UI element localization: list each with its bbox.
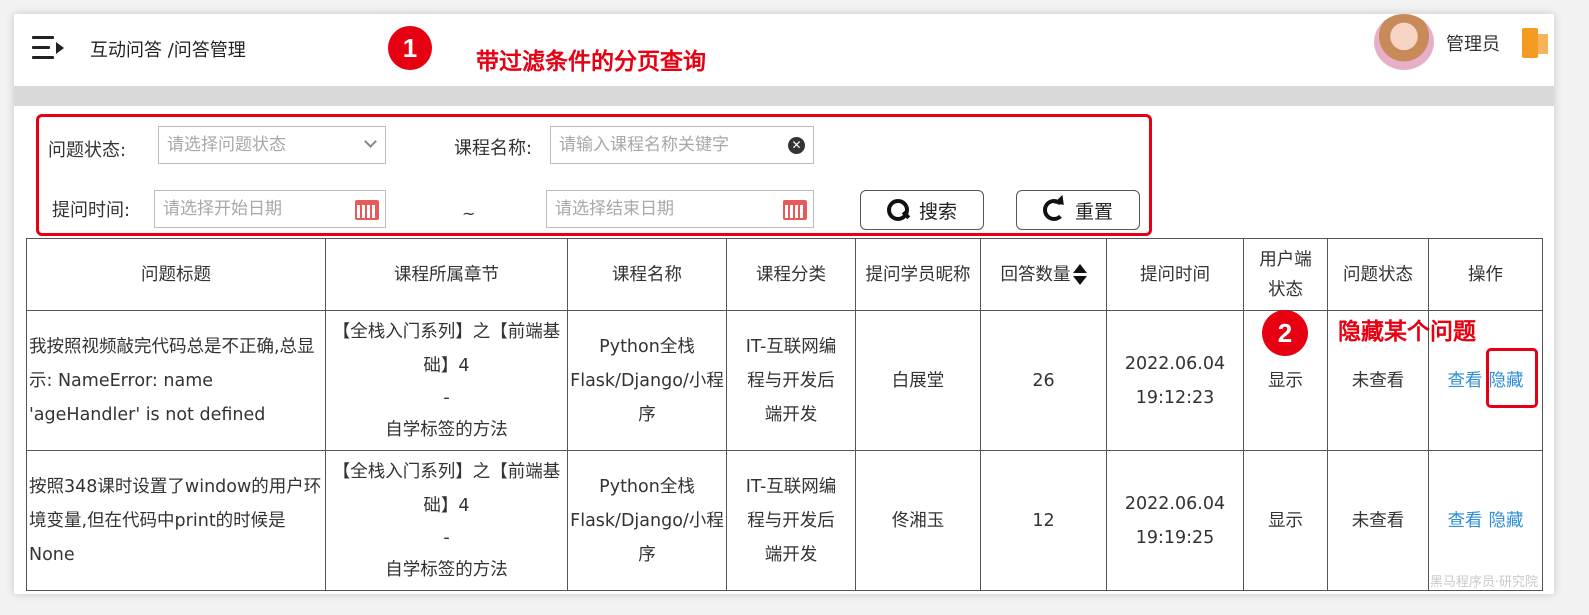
top-header: 互动问答 /问答管理 1 带过滤条件的分页查询 管理员 bbox=[14, 14, 1554, 86]
header-status: 问题状态 bbox=[1327, 238, 1429, 311]
cell-title: 我按照视频敲完代码总是不正确,总显示: NameError: name 'age… bbox=[26, 310, 326, 451]
clear-icon[interactable]: ✕ bbox=[788, 137, 805, 154]
search-button[interactable]: 搜索 bbox=[860, 190, 984, 230]
calendar-icon[interactable] bbox=[783, 200, 807, 220]
header-category: 课程分类 bbox=[726, 238, 856, 311]
cell-time: 2022.06.04 19:12:23 bbox=[1106, 310, 1244, 451]
refresh-icon bbox=[1042, 199, 1065, 221]
cell-answers: 26 bbox=[980, 310, 1107, 451]
cell-user-status: 显示 bbox=[1243, 450, 1328, 591]
cell-student: 佟湘玉 bbox=[855, 450, 981, 591]
chevron-down-icon bbox=[364, 135, 377, 148]
annotation-badge-2: 2 bbox=[1262, 310, 1308, 356]
time-date: 2022.06.04 bbox=[1124, 493, 1226, 514]
end-date-input[interactable]: 请选择结束日期 bbox=[546, 190, 814, 228]
start-date-placeholder: 请选择开始日期 bbox=[163, 199, 282, 219]
cell-answers: 12 bbox=[980, 450, 1107, 591]
cell-student: 白展堂 bbox=[855, 310, 981, 451]
hide-link[interactable]: 隐藏 bbox=[1489, 511, 1524, 531]
header-title: 问题标题 bbox=[26, 238, 326, 311]
header-course: 课程名称 bbox=[567, 238, 727, 311]
course-label: 课程名称: bbox=[454, 138, 533, 159]
course-input[interactable]: 请输入课程名称关键字 ✕ bbox=[550, 126, 814, 164]
header-user-status: 用户端状态 bbox=[1243, 238, 1328, 311]
reset-button[interactable]: 重置 bbox=[1016, 190, 1140, 230]
view-link[interactable]: 查看 bbox=[1448, 511, 1483, 531]
start-date-input[interactable]: 请选择开始日期 bbox=[154, 190, 386, 228]
cell-course: Python全栈Flask/Django/小程序 bbox=[567, 450, 727, 591]
status-placeholder: 请选择问题状态 bbox=[167, 135, 286, 155]
menu-toggle-icon[interactable] bbox=[32, 34, 64, 62]
cell-title: 按照348课时设置了window的用户环境变量,但在代码中print的时候是No… bbox=[26, 450, 326, 591]
header-time: 提问时间 bbox=[1106, 238, 1244, 311]
search-button-label: 搜索 bbox=[918, 200, 957, 223]
header-chapter: 课程所属章节 bbox=[325, 238, 568, 311]
search-icon bbox=[886, 199, 909, 221]
header-student: 提问学员昵称 bbox=[855, 238, 981, 311]
annotation-note-2: 隐藏某个问题 bbox=[1338, 319, 1476, 345]
reset-button-label: 重置 bbox=[1074, 200, 1113, 223]
breadcrumb: 互动问答 /问答管理 bbox=[90, 40, 246, 61]
cell-time: 2022.06.04 19:19:25 bbox=[1106, 450, 1244, 591]
avatar[interactable] bbox=[1374, 14, 1434, 70]
chapter-section: 自学标签的方法 bbox=[385, 559, 508, 580]
time-date: 2022.06.04 bbox=[1124, 353, 1226, 374]
time-clock: 19:19:25 bbox=[1135, 527, 1215, 548]
hide-highlight-box bbox=[1486, 348, 1538, 408]
header-operations: 操作 bbox=[1428, 238, 1543, 311]
cell-category: IT-互联网编程与开发后端开发 bbox=[726, 450, 856, 591]
chapter-line: 【全栈入门系列】之【前端基础】4 bbox=[332, 321, 561, 376]
status-select[interactable]: 请选择问题状态 bbox=[158, 126, 386, 164]
table-header-row: 问题标题 课程所属章节 课程名称 课程分类 提问学员昵称 回答数量 提问时间 用… bbox=[26, 238, 1543, 311]
app-frame: 互动问答 /问答管理 1 带过滤条件的分页查询 管理员 问题状态: 请选择问题状… bbox=[14, 14, 1554, 594]
chapter-line: 【全栈入门系列】之【前端基础】4 bbox=[332, 461, 561, 516]
annotation-badge-1: 1 bbox=[388, 26, 432, 70]
table-row: 我按照视频敲完代码总是不正确,总显示: NameError: name 'age… bbox=[26, 310, 1543, 451]
cell-chapter: 【全栈入门系列】之【前端基础】4 - 自学标签的方法 bbox=[325, 450, 568, 591]
annotation-note-1: 带过滤条件的分页查询 bbox=[476, 49, 706, 75]
header-answers[interactable]: 回答数量 bbox=[980, 238, 1107, 311]
cell-course: Python全栈Flask/Django/小程序 bbox=[567, 310, 727, 451]
cell-chapter: 【全栈入门系列】之【前端基础】4 - 自学标签的方法 bbox=[325, 310, 568, 451]
course-placeholder: 请输入课程名称关键字 bbox=[559, 135, 729, 155]
cell-status: 未查看 bbox=[1327, 450, 1429, 591]
header-answers-label: 回答数量 bbox=[1000, 264, 1071, 285]
watermark: 黑马程序员·研究院 bbox=[1429, 575, 1538, 590]
header-divider bbox=[14, 86, 1554, 106]
user-name[interactable]: 管理员 bbox=[1446, 30, 1500, 56]
time-label: 提问时间: bbox=[52, 200, 131, 221]
question-table: 问题标题 课程所属章节 课程名称 课程分类 提问学员昵称 回答数量 提问时间 用… bbox=[26, 238, 1543, 591]
table-row: 按照348课时设置了window的用户环境变量,但在代码中print的时候是No… bbox=[26, 450, 1543, 591]
chapter-separator: - bbox=[443, 527, 450, 548]
cell-operations: 查看 隐藏 bbox=[1428, 450, 1543, 591]
end-date-placeholder: 请选择结束日期 bbox=[555, 199, 674, 219]
view-link[interactable]: 查看 bbox=[1448, 371, 1483, 391]
cell-category: IT-互联网编程与开发后端开发 bbox=[726, 310, 856, 451]
sort-icon[interactable] bbox=[1072, 263, 1087, 286]
chapter-section: 自学标签的方法 bbox=[385, 419, 508, 440]
status-label: 问题状态: bbox=[48, 140, 127, 161]
logout-icon[interactable] bbox=[1522, 28, 1554, 60]
chapter-separator: - bbox=[443, 387, 450, 408]
time-clock: 19:12:23 bbox=[1135, 387, 1215, 408]
date-separator: ~ bbox=[462, 204, 476, 223]
calendar-icon[interactable] bbox=[355, 200, 379, 220]
